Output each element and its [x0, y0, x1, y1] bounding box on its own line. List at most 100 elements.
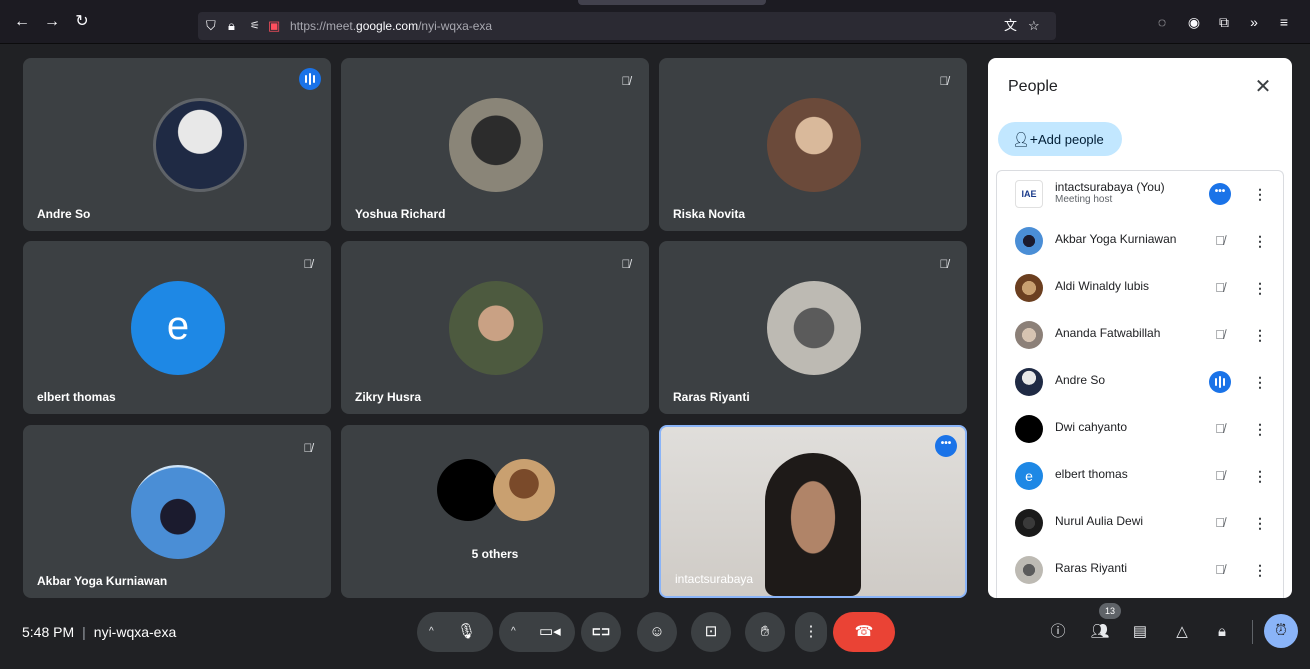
divider	[1252, 620, 1253, 644]
account-icon[interactable]: ◉	[1184, 13, 1204, 31]
participant-name: Dwi cahyanto	[1055, 420, 1128, 434]
list-item[interactable]: Nurul Aulia Dewi 🎙̸ ⋮	[997, 500, 1283, 547]
browser-toolbar: ← → ↻ ⛉ 🔒︎ ⚟ ▣ https://meet.google.com/n…	[0, 0, 1310, 44]
self-video-tile[interactable]: ••• intactsurabaya	[659, 425, 967, 598]
list-item[interactable]: Andre So ⋮	[997, 359, 1283, 406]
participant-count-badge: 13	[1099, 603, 1121, 619]
back-arrow-icon[interactable]: ←	[12, 12, 32, 32]
participant-list: IAE intactsurabaya (You) Meeting host ••…	[996, 170, 1284, 598]
extensions-icon[interactable]: ⧉	[1214, 13, 1234, 31]
mic-off-icon: 🎙̸	[1215, 327, 1225, 342]
info-icon[interactable]: ⓘ	[1046, 620, 1070, 644]
list-item[interactable]: IAE intactsurabaya (You) Meeting host ••…	[997, 171, 1283, 218]
kebab-menu-icon[interactable]: ⋮	[1253, 418, 1267, 440]
avatar	[131, 465, 225, 559]
forward-arrow-icon[interactable]: →	[42, 12, 62, 32]
camera-icon: ▭◂	[539, 623, 561, 640]
translate-icon[interactable]: 文	[1004, 17, 1017, 35]
add-people-label: Add people	[1038, 132, 1104, 147]
kebab-menu-icon[interactable]: ⋮	[1253, 559, 1267, 581]
participant-name: elbert thomas	[1055, 467, 1128, 481]
kebab-menu-icon[interactable]: ⋮	[1253, 512, 1267, 534]
microphone-icon: 🎙︎	[457, 623, 477, 640]
more-options-button[interactable]: ⋮	[795, 612, 827, 652]
list-item[interactable]: Aldi Winaldy lubis 🎙̸ ⋮	[997, 265, 1283, 312]
list-item[interactable]: Ananda Fatwabillah 🎙̸ ⋮	[997, 312, 1283, 359]
mic-off-icon: 🎙̸	[303, 441, 313, 455]
chat-icon[interactable]: ▤	[1128, 620, 1152, 644]
kebab-menu-icon[interactable]: ⋮	[1253, 183, 1267, 205]
mic-off-icon: 🎙̸	[1215, 421, 1225, 436]
list-item[interactable]: Akbar Yoga Kurniawan 🎙̸ ⋮	[997, 218, 1283, 265]
kebab-menu-icon[interactable]: ⋮	[1253, 230, 1267, 252]
people-icon[interactable]: 👥︎	[1088, 620, 1112, 644]
close-icon[interactable]: ✕	[1252, 74, 1274, 99]
participant-name: Andre So	[37, 207, 91, 221]
bookmark-star-icon[interactable]: ☆	[1028, 17, 1040, 35]
lock-icon[interactable]: 🔒︎	[228, 17, 235, 35]
chevron-up-icon[interactable]: ^	[511, 612, 516, 652]
camera-button[interactable]: ^ ▭◂	[499, 612, 575, 652]
add-people-button[interactable]: 👤︎+ Add people	[998, 122, 1122, 156]
participant-tile[interactable]: 🎙̸ Akbar Yoga Kurniawan	[23, 425, 331, 598]
participant-tile[interactable]: 🎙̸ Raras Riyanti	[659, 241, 967, 414]
participant-tile[interactable]: e 🎙̸ elbert thomas	[23, 241, 331, 414]
kebab-menu-icon[interactable]: ⋮	[1253, 324, 1267, 346]
hand-icon: ✋︎	[760, 623, 770, 640]
permissions-icon[interactable]: ⚟	[250, 17, 260, 35]
participant-tile[interactable]: 🎙̸ Riska Novita	[659, 58, 967, 231]
panel-title: People	[1008, 78, 1058, 95]
list-item[interactable]: Dwi cahyanto 🎙̸ ⋮	[997, 406, 1283, 453]
captions-icon: ⊏⊐	[591, 626, 611, 638]
shield-icon[interactable]: ⛉	[206, 17, 216, 35]
microphone-button[interactable]: ^ 🎙︎	[417, 612, 493, 652]
present-button[interactable]: ⊡	[691, 612, 731, 652]
address-bar[interactable]: ⛉ 🔒︎ ⚟ ▣ https://meet.google.com/nyi-wqx…	[198, 12, 1056, 40]
participant-name: Zikry Husra	[355, 390, 422, 404]
more-options-icon[interactable]: •••	[935, 435, 957, 457]
list-item[interactable]: e elbert thomas 🎙̸ ⋮	[997, 453, 1283, 500]
participant-tile[interactable]: Andre So	[23, 58, 331, 231]
raise-hand-button[interactable]: ✋︎	[745, 612, 785, 652]
others-count-label: 5 others	[471, 547, 519, 561]
kebab-menu-icon[interactable]: ⋮	[1253, 465, 1267, 487]
avatar	[449, 281, 543, 375]
participant-tile[interactable]: 🎙̸ Yoshua Richard	[341, 58, 649, 231]
overflow-icon[interactable]: »	[1244, 13, 1264, 31]
reactions-button[interactable]: ☺	[637, 612, 677, 652]
kebab-menu-icon[interactable]: ⋮	[1253, 371, 1267, 393]
kebab-menu-icon[interactable]: ⋮	[1253, 277, 1267, 299]
participant-name: intactsurabaya (You)	[1055, 180, 1165, 194]
participant-tile[interactable]: 🎙̸ Zikry Husra	[341, 241, 649, 414]
activities-icon[interactable]: △	[1170, 620, 1194, 644]
leave-call-button[interactable]: ☎︎	[833, 612, 895, 652]
divider: |	[82, 624, 86, 640]
reload-icon[interactable]: ↻	[72, 12, 92, 32]
menu-icon[interactable]: ≡	[1274, 13, 1294, 31]
mic-off-icon: 🎙̸	[1215, 515, 1225, 530]
url-text: https://meet.google.com/nyi-wqxa-exa	[290, 19, 492, 33]
avatar	[437, 459, 499, 521]
mic-off-icon: 🎙̸	[621, 257, 631, 271]
pocket-icon[interactable]: ◌	[1152, 13, 1172, 31]
avatar: IAE	[1015, 180, 1043, 208]
avatar	[1015, 321, 1043, 349]
host-controls-icon[interactable]: 🔒︎	[1210, 620, 1234, 644]
avatar	[1015, 274, 1043, 302]
participant-name: Nurul Aulia Dewi	[1055, 514, 1144, 528]
kebab-menu-icon: ⋮	[803, 623, 819, 640]
participant-name: elbert thomas	[37, 390, 116, 404]
chevron-up-icon[interactable]: ^	[429, 612, 434, 652]
others-tile[interactable]: 5 others	[341, 425, 649, 598]
url-domain: google.com	[356, 19, 419, 33]
list-item[interactable]: Raras Riyanti 🎙̸ ⋮	[997, 547, 1283, 594]
more-options-icon[interactable]: •••	[1209, 183, 1231, 205]
participant-name: Yoshua Richard	[355, 207, 446, 221]
captions-button[interactable]: ⊏⊐	[581, 612, 621, 652]
tab-strip	[578, 0, 766, 5]
speaking-indicator-icon	[299, 68, 321, 90]
timer-icon[interactable]: ⏰︎	[1264, 614, 1298, 648]
avatar	[767, 281, 861, 375]
present-screen-icon: ⊡	[704, 623, 718, 640]
camera-blocked-icon[interactable]: ▣	[268, 17, 280, 35]
